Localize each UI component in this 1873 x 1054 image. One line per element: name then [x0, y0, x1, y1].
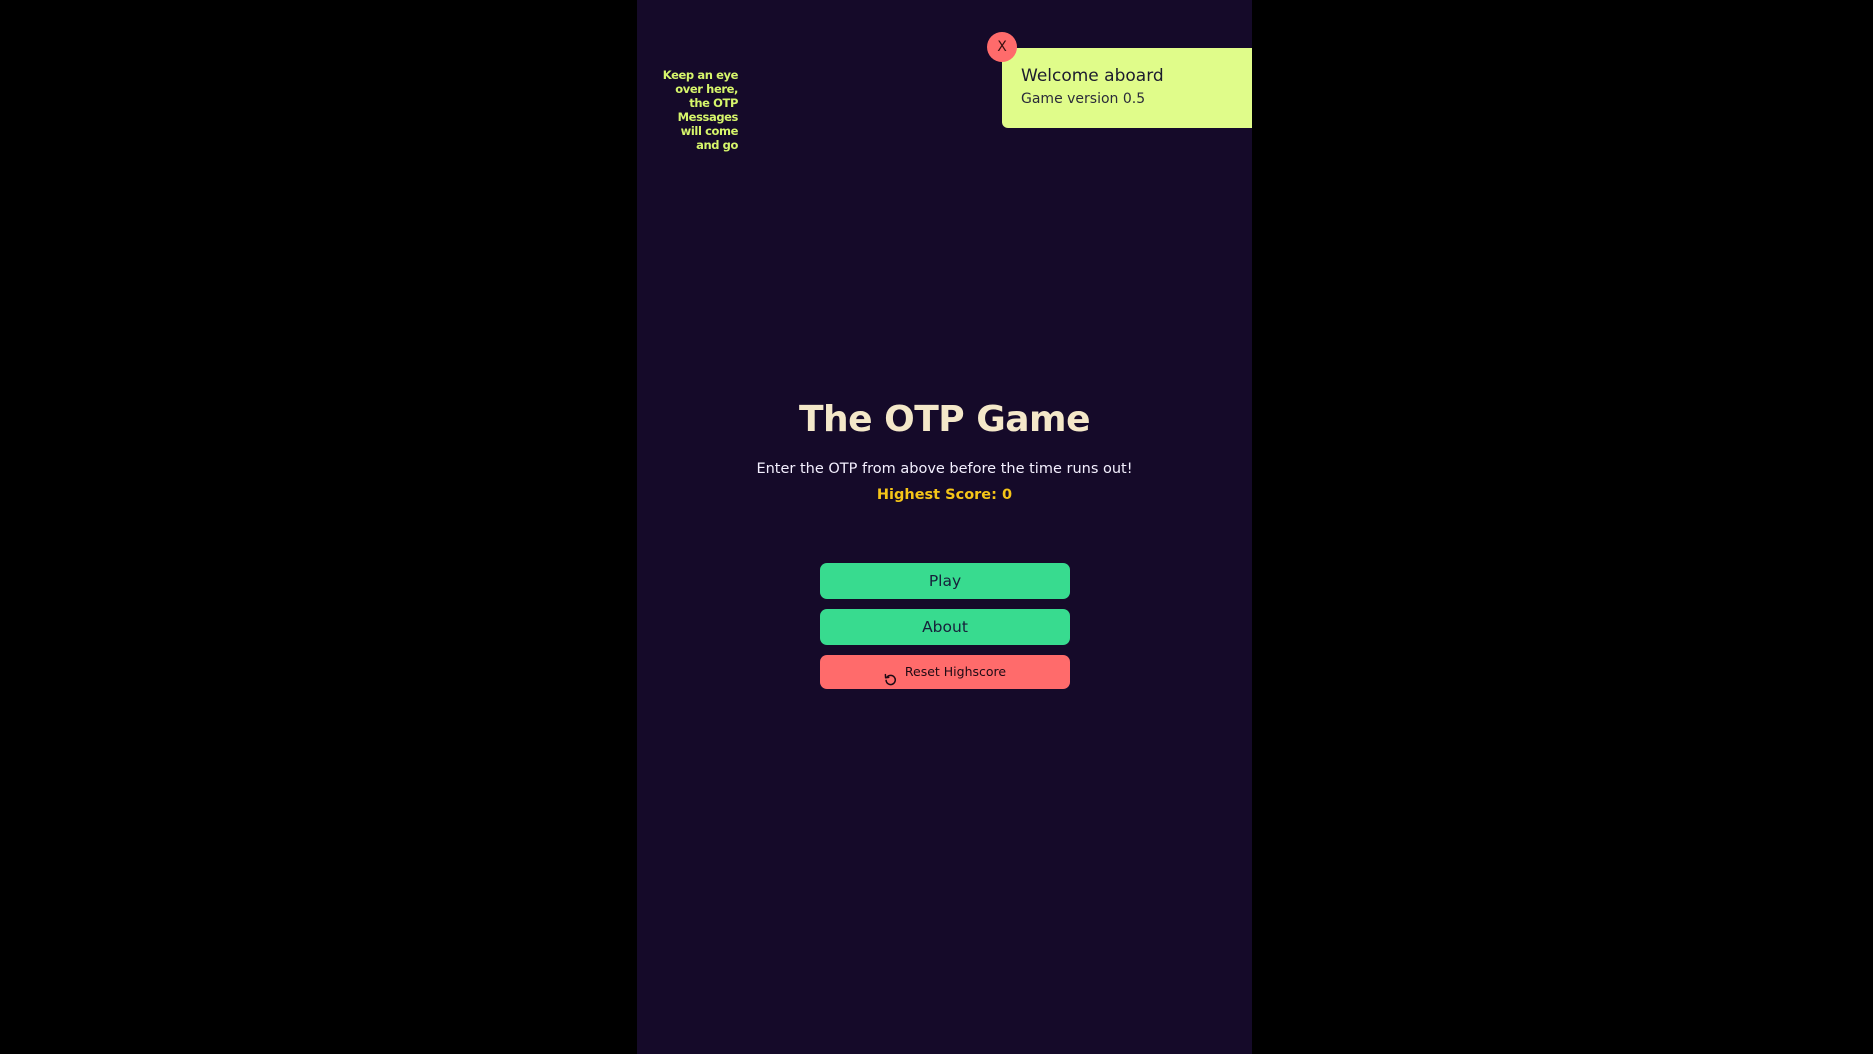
- play-button[interactable]: Play: [820, 563, 1070, 599]
- page: Keep an eye over here, the OTP Messages …: [0, 0, 1873, 1054]
- otp-hint-text: Keep an eye over here, the OTP Messages …: [662, 68, 739, 152]
- rotate-ccw-icon: [884, 665, 897, 686]
- toast-subtitle: Game version 0.5: [1021, 91, 1146, 107]
- reset-highscore-label: Reset Highscore: [904, 664, 1007, 679]
- toast-title: Welcome aboard: [1021, 66, 1164, 86]
- about-button[interactable]: About: [820, 609, 1070, 645]
- welcome-toast: Welcome aboard Game version 0.5: [1002, 48, 1252, 128]
- game-title: The OTP Game: [799, 399, 1090, 440]
- game-tagline: Enter the OTP from above before the time…: [756, 461, 1133, 477]
- highscore-label: Highest Score: 0: [876, 487, 1013, 503]
- game-frame: Keep an eye over here, the OTP Messages …: [637, 0, 1252, 1054]
- reset-highscore-button[interactable]: Reset Highscore: [820, 655, 1070, 689]
- toast-close-button[interactable]: X: [987, 32, 1017, 62]
